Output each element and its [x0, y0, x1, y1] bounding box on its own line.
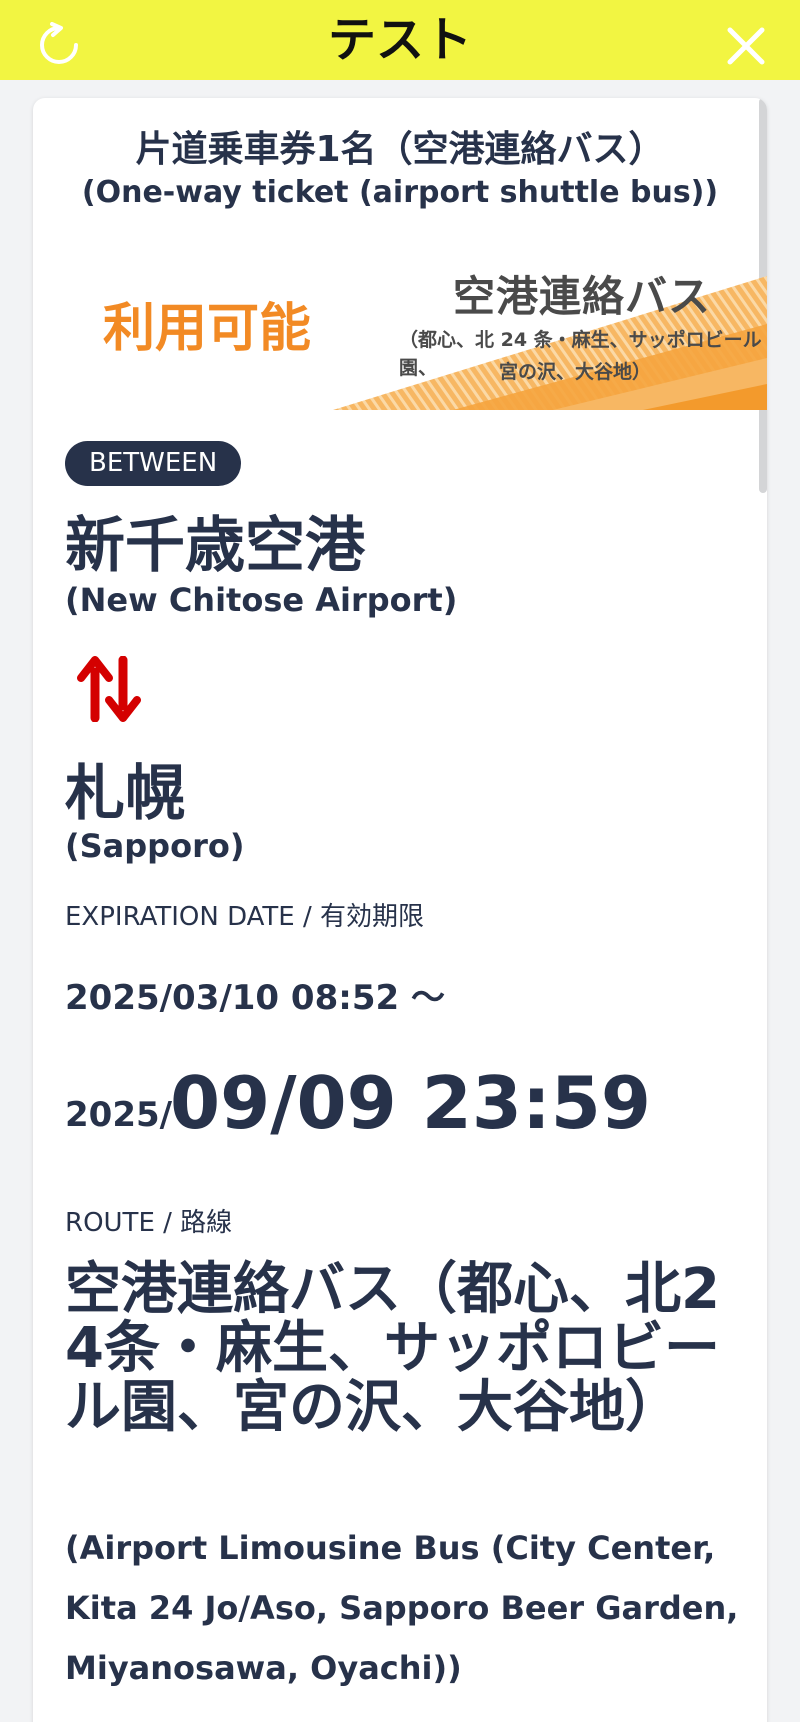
expiration-label-sep: / [294, 902, 321, 932]
route-label-ja: 路線 [180, 1208, 233, 1238]
route-label-sep: / [154, 1208, 181, 1238]
route-name-ja: 空港連絡バス（都心、北24条・麻生、サッポロビール園、宮の沢、大谷地） [65, 1257, 720, 1440]
route-label: ROUTE / 路線 [65, 1206, 232, 1240]
banner-service-name: 空港連絡バス [453, 272, 712, 321]
ticket-card: 片道乗車券1名（空港連絡バス） (One-way ticket (airport… [33, 98, 767, 1722]
expiration-label: EXPIRATION DATE / 有効期限 [65, 900, 424, 934]
ticket-title-ja: 片道乗車券1名（空港連絡バス） [135, 129, 665, 170]
to-station-ja: 札幌 [65, 759, 185, 829]
availability-banner: 利用可能 空港連絡バス （都心、北 24 条・麻生、サッポロビール園、 宮の沢、… [33, 266, 767, 410]
between-badge: BETWEEN [65, 441, 242, 486]
swap-arrows-icon [77, 656, 141, 722]
to-station-en: (Sapporo) [65, 827, 245, 865]
route-name-en: (Airport Limousine Bus (City Center, Kit… [65, 1529, 739, 1687]
expiration-label-ja: 有効期限 [320, 902, 425, 932]
page-title: テスト [327, 12, 472, 68]
close-icon[interactable] [726, 26, 766, 66]
expiration-end-year: 2025/ [65, 1095, 173, 1135]
available-label: 利用可能 [103, 299, 312, 359]
from-station-en: (New Chitose Airport) [65, 581, 458, 619]
top-bar: テスト [0, 0, 800, 80]
expiration-label-en: EXPIRATION DATE [65, 902, 295, 932]
expiration-start: 2025/03/10 08:52 〜 [65, 978, 445, 1018]
ticket-title-en: (One-way ticket (airport shuttle bus)) [81, 175, 719, 210]
banner-service-sub-2: 宮の沢、大谷地） [499, 361, 652, 383]
from-station-ja: 新千歳空港 [65, 511, 365, 581]
route-label-en: ROUTE [65, 1208, 155, 1238]
expiration-end-date: 09/09 23:59 [170, 1061, 651, 1145]
